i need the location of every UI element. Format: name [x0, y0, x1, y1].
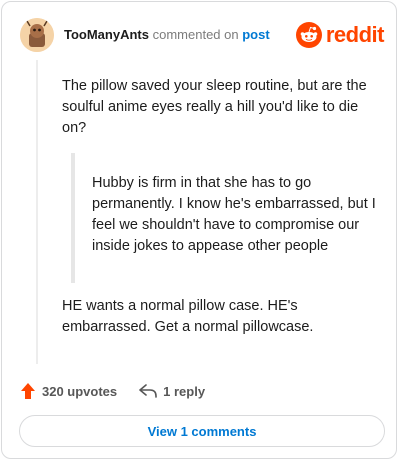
quote-text: Hubby is firm in that she has to go perm… [92, 175, 376, 254]
username-link[interactable]: TooManyAnts [64, 27, 149, 42]
reddit-logo[interactable]: reddit [295, 20, 385, 50]
view-comments-label: View 1 comments [147, 423, 257, 439]
upvote-count: 320 upvotes [42, 383, 118, 399]
view-comments-button[interactable]: View 1 comments [19, 415, 385, 447]
reddit-snoo-icon [295, 22, 322, 48]
upvote-button[interactable]: 320 upvotes [20, 382, 117, 400]
upvote-arrow-icon [21, 383, 35, 399]
avatar-icon [20, 18, 54, 52]
comment-blockquote: Hubby is firm in that she has to go perm… [71, 153, 383, 283]
thread-line[interactable] [36, 60, 38, 364]
comment-paragraph-1: The pillow saved your sleep routine, but… [62, 78, 367, 136]
comment-paragraph-2: HE wants a normal pillow case. HE's emba… [62, 298, 314, 335]
user-avatar[interactable] [20, 18, 54, 52]
action-text: commented on [152, 27, 239, 42]
brand-wordmark: reddit [325, 22, 385, 47]
post-link[interactable]: post [242, 27, 269, 42]
reply-arrow-icon [139, 384, 157, 398]
comment-actions: 320 upvotes 1 reply [20, 380, 205, 402]
reply-count: 1 reply [163, 383, 206, 399]
reply-button[interactable]: 1 reply [139, 383, 205, 399]
comment-card: TooManyAnts commented on post reddit The… [1, 1, 397, 459]
comment-meta: TooManyAnts commented on post [64, 27, 270, 42]
comment-header: TooManyAnts commented on post reddit [20, 18, 385, 52]
